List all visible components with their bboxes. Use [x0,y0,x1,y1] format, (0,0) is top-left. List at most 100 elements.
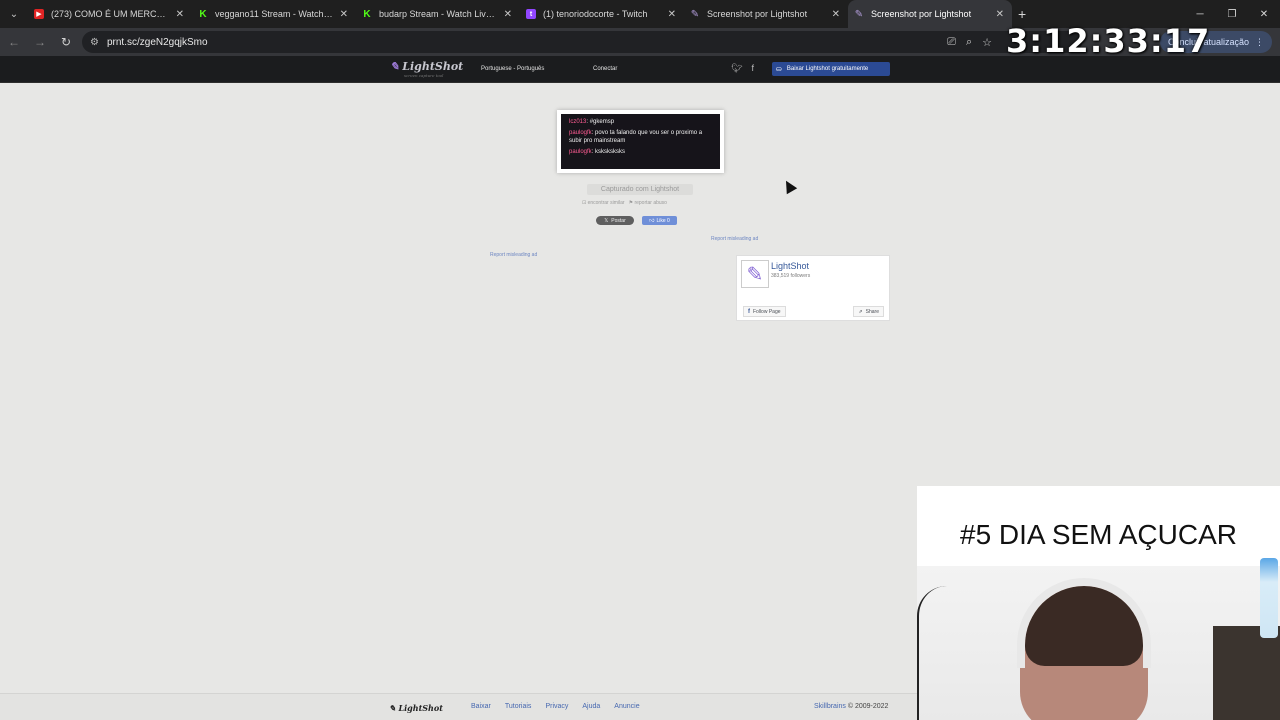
follow-label: Follow Page [753,308,781,315]
footer-links: Baixar Tutoriais Privacy Ajuda Anuncie [471,703,640,710]
lightshot-icon: ✎ [854,8,864,20]
chat-username: lcz013 [569,119,587,125]
browser-tab[interactable]: ✎ Screenshot por Lightshot ✕ [684,0,848,28]
language-selector[interactable]: Portuguese - Português [481,66,544,72]
footer-copyright: Skillbrains © 2009-2022 [814,703,888,710]
tab-close-icon[interactable]: ✕ [176,9,184,20]
download-icon: ⛀ [776,66,782,73]
tab-close-icon[interactable]: ✕ [340,9,348,20]
fb-page-name[interactable]: LightShot [771,261,809,271]
lightshot-logo[interactable]: ✎ LightShot screen capture tool [390,60,463,78]
browser-tab[interactable]: t (1) tenoriodocorte - Twitch ✕ [520,0,684,28]
copyright-years: © 2009-2022 [847,703,889,710]
tab-title: veggano11 Stream - Watch Live [215,9,334,19]
tab-title: Screenshot por Lightshot [871,9,972,19]
browser-tab[interactable]: K veggano11 Stream - Watch Live ✕ [192,0,356,28]
facebook-like-button[interactable]: 👍︎ Like 0 [642,216,677,225]
thumbs-up-icon: 👍︎ [649,217,655,224]
webcam-shelf [1213,626,1280,720]
share-icon: ⇗ [858,308,863,315]
omnibox-actions: ⎚ ⌕ ☆ [947,31,992,53]
chat-capture: lcz013: #gkemsp paulogfk: povo ta faland… [561,114,720,169]
facebook-icon: f [748,308,750,315]
bookmark-star-icon[interactable]: ☆ [982,36,992,49]
water-bottle [1260,558,1278,638]
youtube-icon: ▶ [34,9,44,19]
share-button[interactable]: ⇗ Share [853,306,884,317]
webcam-overlay: #5 DIA SEM AÇUCAR [917,486,1280,720]
tab-title: (1) tenoriodocorte - Twitch [543,9,648,19]
stream-timer: 3:12:33:17 [1006,22,1211,60]
chat-username: paulogfk [569,130,592,136]
image-utility-links: ⊡ encontrar similar ⚑ reportar abuso [582,200,667,206]
tab-close-icon[interactable]: ✕ [832,9,840,20]
back-arrow-icon[interactable]: ← [2,30,26,54]
report-ad-link[interactable]: Report misleading ad [711,236,758,242]
fb-followers: 383,519 followers [771,273,811,279]
x-icon: 𝕏 [604,217,609,224]
footer-logo[interactable]: ✎ LightShot [389,703,443,713]
mouse-cursor-icon [780,177,798,195]
lightshot-avatar[interactable]: ✎ [741,260,769,288]
report-ad-link[interactable]: Report misleading ad [490,252,537,258]
screenshot-image[interactable]: lcz013: #gkemsp paulogfk: povo ta faland… [557,110,724,173]
chat-text: ksksksksks [595,149,626,155]
window-close-icon[interactable]: ✕ [1248,0,1280,28]
footer-link-baixar[interactable]: Baixar [471,703,491,710]
find-similar-link[interactable]: ⊡ encontrar similar [582,200,625,206]
site-info-icon[interactable]: ⚙ [90,37,99,48]
restore-icon[interactable]: ❐ [1216,0,1248,28]
tweet-button[interactable]: 𝕏 Postar [596,216,634,225]
tab-close-icon[interactable]: ✕ [996,9,1004,20]
report-abuse-label: reportar abuso [634,200,667,206]
chat-message: paulogfk: povo ta falando que vou ser o … [569,130,703,144]
webcam-caption: #5 DIA SEM AÇUCAR [960,519,1237,550]
share-label: Share [865,308,879,315]
footer-link-tutoriais[interactable]: Tutoriais [505,703,532,710]
browser-tab-active[interactable]: ✎ Screenshot por Lightshot ✕ [848,0,1012,28]
kebab-menu-icon[interactable]: ⋮ [1255,37,1264,48]
footer-link-privacy[interactable]: Privacy [545,703,568,710]
social-links: 🐦︎ f [731,63,754,74]
tab-title: budarp Stream - Watch Live on [379,9,498,19]
kick-icon: K [198,8,208,20]
footer-link-anuncie[interactable]: Anuncie [614,703,639,710]
footer-link-ajuda[interactable]: Ajuda [582,703,600,710]
like-label: Like 0 [656,217,670,224]
tab-close-icon[interactable]: ✕ [504,9,512,20]
chat-message: paulogfk: ksksksksks [569,149,626,155]
captured-with-lightshot: Capturado com Lightshot [587,184,693,195]
tweet-label: Postar [611,217,626,224]
url-text[interactable]: prnt.sc/zgeN2gqjkSmo [107,37,208,48]
cast-icon[interactable]: ⎚ [947,36,956,49]
tab-close-icon[interactable]: ✕ [668,9,676,20]
twitch-icon: t [526,9,536,19]
skillbrains-link[interactable]: Skillbrains [814,703,846,710]
zoom-icon[interactable]: ⌕ [966,36,972,49]
browser-tab[interactable]: K budarp Stream - Watch Live on ✕ [356,0,520,28]
logo-tagline: screen capture tool [404,73,444,78]
tab-search-chevron-icon[interactable]: ⌄ [0,0,28,28]
download-button[interactable]: ⛀ Baixar Lightshot gratuitamente [772,62,890,76]
download-label: Baixar Lightshot gratuitamente [786,66,869,72]
logo-text: LightShot [402,60,464,73]
facebook-icon[interactable]: f [751,63,754,74]
report-abuse-link[interactable]: ⚑ reportar abuso [629,200,667,206]
facebook-page-widget: ✎ LightShot 383,519 followers f Follow P… [736,255,890,321]
find-similar-label: encontrar similar [587,200,625,206]
chat-message: lcz013: #gkemsp [569,119,615,125]
webcam-cable [917,586,947,720]
reload-icon[interactable]: ↻ [54,30,78,54]
tab-title: (273) COMO É UM MERCADO D [51,9,170,19]
login-link[interactable]: Conectar [593,66,617,72]
new-tab-icon[interactable]: + [1018,6,1026,22]
chat-text: #gkemsp [589,119,615,125]
lightshot-icon: ✎ [690,8,700,20]
twitter-icon[interactable]: 🐦︎ [731,63,742,74]
forward-arrow-icon[interactable]: → [28,30,52,54]
lightshot-header: ✎ LightShot screen capture tool Portugues… [0,56,1280,83]
browser-tab[interactable]: ▶ (273) COMO É UM MERCADO D ✕ [28,0,192,28]
chat-username: paulogfk [569,149,592,155]
address-bar[interactable]: ⚙ prnt.sc/zgeN2gqjkSmo ⎚ ⌕ ☆ [82,31,1082,53]
follow-page-button[interactable]: f Follow Page [743,306,786,317]
